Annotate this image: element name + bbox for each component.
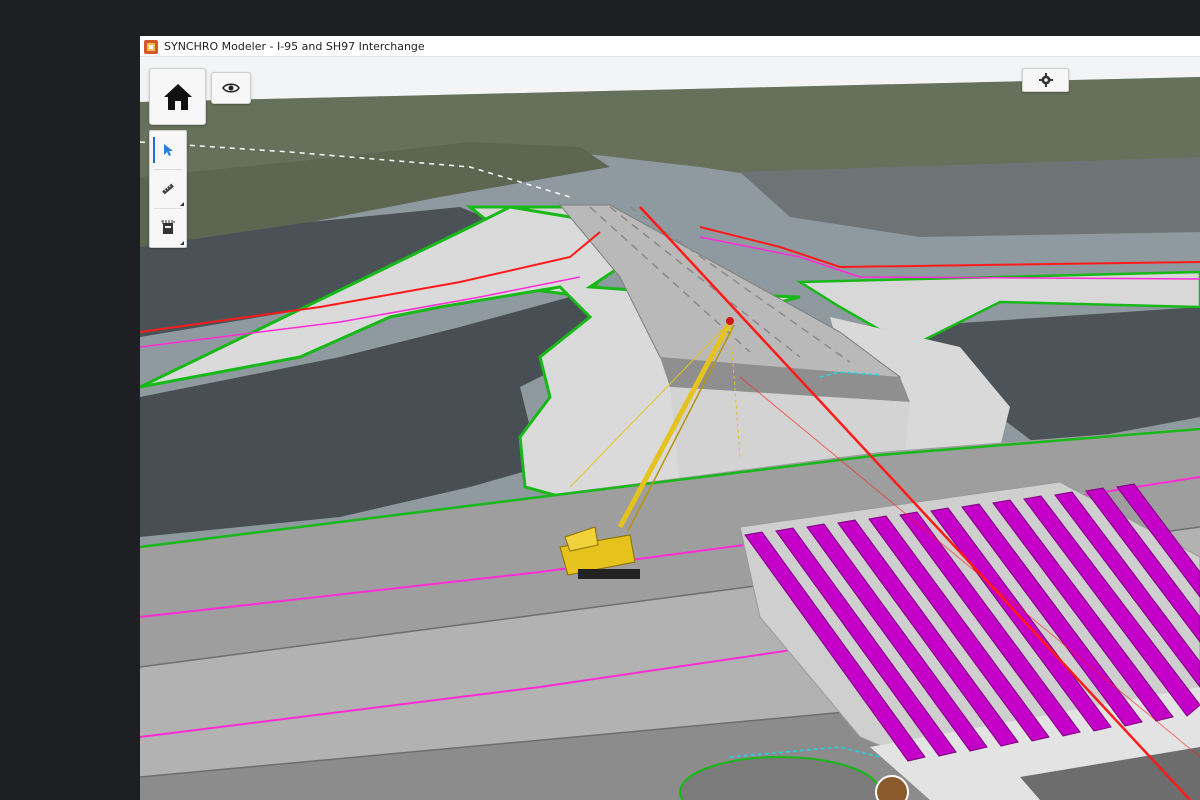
- eye-icon: [222, 82, 240, 94]
- select-tool-button[interactable]: [150, 131, 186, 169]
- visibility-button[interactable]: [211, 72, 251, 104]
- 3d-viewport[interactable]: [140, 57, 1200, 800]
- home-icon: [162, 82, 194, 112]
- section-tool-button[interactable]: [150, 209, 186, 247]
- pile-marker: [875, 775, 909, 800]
- settings-button[interactable]: [1022, 68, 1069, 92]
- gear-icon: [1038, 73, 1053, 87]
- section-box-icon: [161, 220, 175, 236]
- title-bar: SYNCHRO Modeler - I-95 and SH97 Intercha…: [140, 36, 1200, 57]
- measure-tool-button[interactable]: [150, 170, 186, 208]
- window-title: SYNCHRO Modeler - I-95 and SH97 Intercha…: [164, 39, 425, 53]
- home-button[interactable]: [149, 68, 206, 125]
- crane-tracks: [578, 569, 640, 579]
- app-window: SYNCHRO Modeler - I-95 and SH97 Intercha…: [140, 36, 1200, 800]
- measure-tape-icon: [160, 181, 176, 197]
- cursor-arrow-icon: [162, 143, 174, 157]
- synchro-app-icon: [144, 39, 158, 54]
- model-scene[interactable]: [140, 57, 1200, 800]
- tool-strip: [149, 130, 187, 248]
